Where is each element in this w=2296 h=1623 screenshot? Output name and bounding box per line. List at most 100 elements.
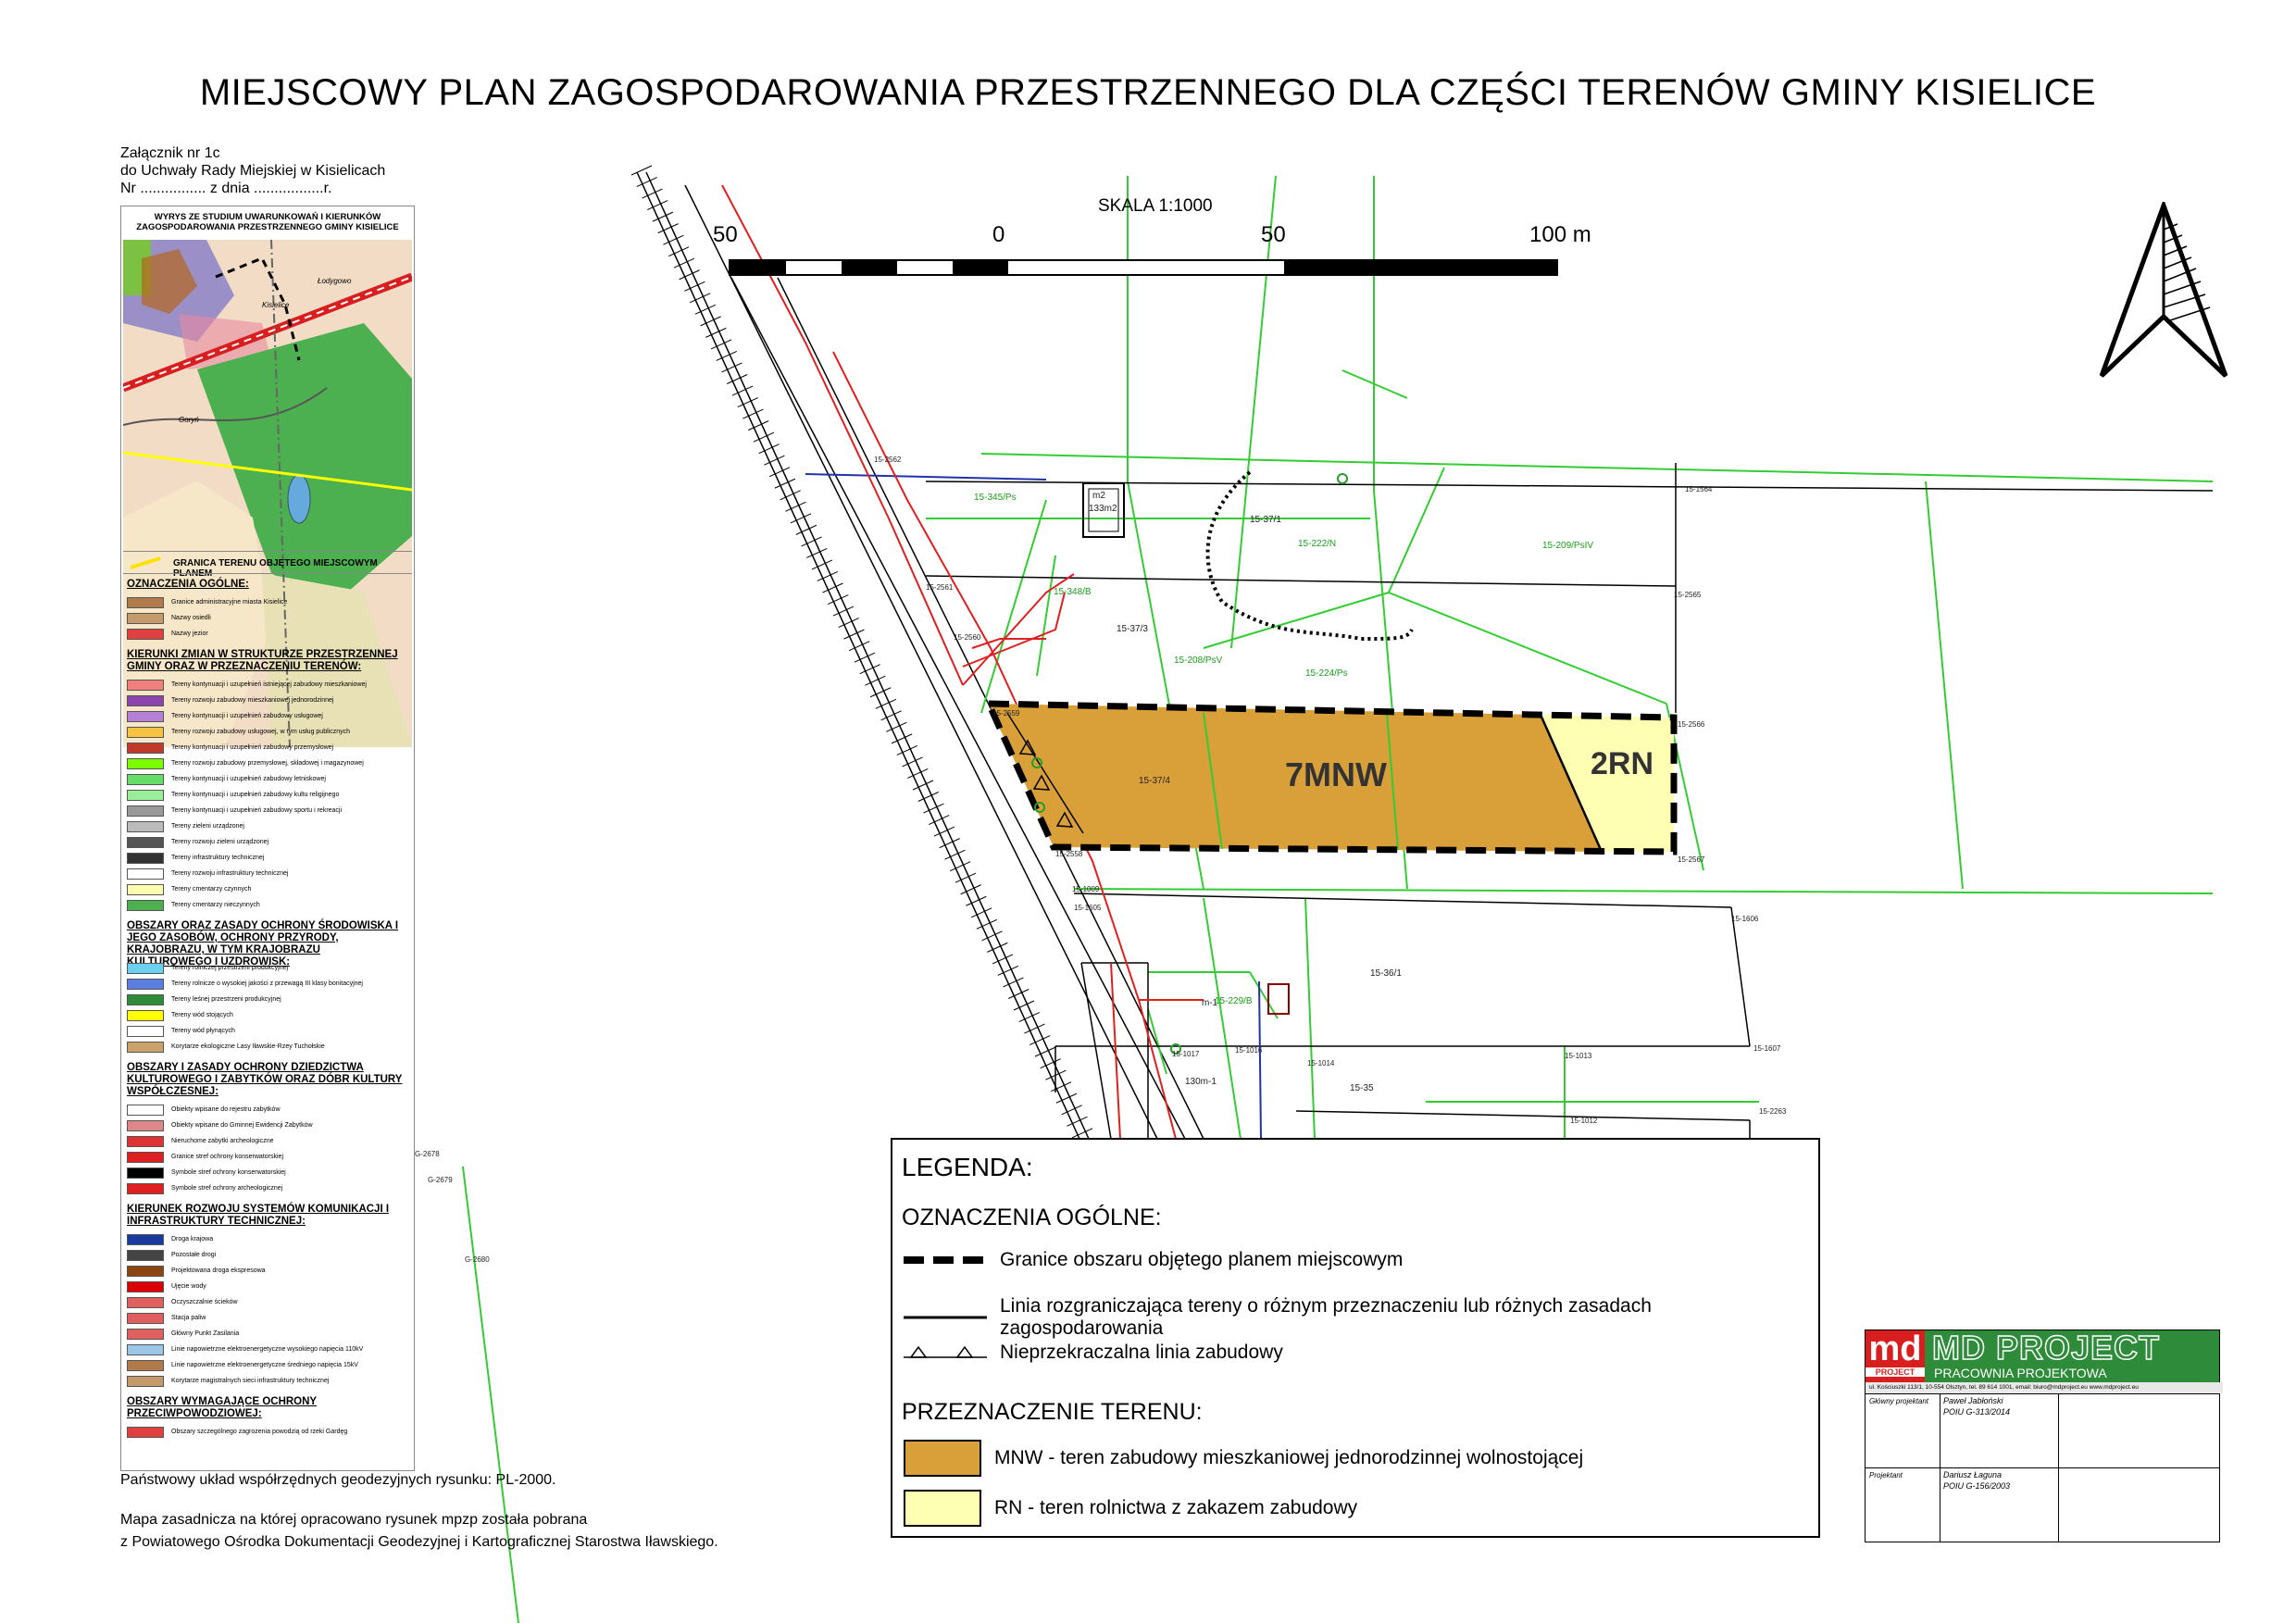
title-block: md PROJECT MD PROJECT PRACOWNIA PROJEKTO… — [1865, 1330, 2223, 1542]
legend-swatch — [127, 1250, 164, 1261]
study-legend-label: Tereny rozwoju zieleni urządzonej — [171, 839, 269, 845]
study-legend-label: Tereny rozwoju zabudowy mieszkaniowej je… — [171, 697, 334, 704]
role-label: Projektant — [1869, 1471, 1903, 1479]
study-legend-label: Tereny rolniczej przestrzeni produkcyjne… — [171, 965, 289, 971]
point-label: G-2679 — [428, 1176, 453, 1184]
legend-swatch — [127, 994, 164, 1005]
legend-box: LEGENDA: OZNACZENIA OGÓLNE: Granice obsz… — [891, 1138, 1820, 1538]
point-label: 15-2559 — [992, 709, 1020, 718]
study-legend-item: Droga krajowa — [127, 1233, 405, 1246]
legend-item-label: MNW - teren zabudowy mieszkaniowej jedno… — [994, 1447, 1584, 1468]
designer-license: POIU G-313/2014 — [1943, 1407, 2011, 1417]
zone-label-2rn: 2RN — [1591, 746, 1654, 781]
legend-swatch — [127, 597, 164, 608]
study-legend-item: Tereny kontynuacji i uzupełnień zabudowy… — [127, 805, 405, 818]
study-legend-item: Tereny cmentarzy nieczynnych — [127, 899, 405, 912]
legend-item-rn: RN - teren rolnictwa z zakazem zabudowy — [904, 1490, 1357, 1527]
legend-item-building-line: Nieprzekraczalna linia zabudowy — [904, 1342, 1283, 1364]
point-label: G-2678 — [415, 1150, 440, 1158]
land-class-label: 15-229/B — [1215, 996, 1253, 1006]
study-map-label: Łodygowo — [318, 277, 352, 285]
point-label: 15-2560 — [954, 633, 981, 642]
study-legend-label: Tereny kontynuacji i uzupełnień zabudowy… — [171, 792, 340, 798]
legend-swatch — [127, 868, 164, 880]
legend-swatch — [127, 613, 164, 624]
red-utility-lines — [721, 184, 1204, 1140]
mnw-swatch — [904, 1440, 981, 1477]
designer-info: Paweł Jabłoński POIU G-313/2014 — [1943, 1395, 2010, 1417]
study-legend-item: Projektowana droga ekspresowa — [127, 1265, 405, 1278]
study-legend-item: Linie napowietrzne elektroenergetyczne ś… — [127, 1359, 405, 1372]
legend-swatch — [127, 1376, 164, 1387]
study-legend-label: Tereny wód stojących — [171, 1012, 233, 1018]
scale-tick: 100 m — [1529, 222, 1591, 247]
legend-swatch — [127, 1313, 164, 1324]
parcel-label: 15-37/4 — [1139, 776, 1170, 786]
point-label: 15-2561 — [926, 583, 954, 592]
embankment — [1205, 470, 1414, 642]
logo-md: md — [1868, 1330, 1922, 1368]
study-legend-label: Tereny cmentarzy czynnych — [171, 886, 252, 893]
study-legend-label: Tereny rozwoju zabudowy usługowej, w tym… — [171, 729, 350, 735]
legend-swatch — [127, 1344, 164, 1355]
study-legend-item: Tereny rozwoju zieleni urządzonej — [127, 836, 405, 849]
logo-project: PROJECT — [1866, 1367, 1925, 1377]
legend-swatch — [127, 853, 164, 864]
study-legend-label: Oczyszczalnie ścieków — [171, 1299, 238, 1305]
legend-swatch — [127, 711, 164, 722]
legend-swatch — [127, 758, 164, 769]
study-excerpt-panel: WYRYS ZE STUDIUM UWARUNKOWAŃ I KIERUNKÓW… — [120, 206, 415, 1471]
study-map-label: Goryń — [179, 416, 199, 424]
scale-tick: 50 — [1261, 222, 1286, 247]
study-map-label: Kisielice — [262, 301, 290, 309]
study-legend-heading: OBSZARY WYMAGAJĄCE OCHRONY PRZECIWPOWODZ… — [127, 1396, 318, 1419]
legend-swatch — [127, 1360, 164, 1371]
rn-swatch — [904, 1490, 981, 1527]
study-legend-label: Obszary szczególnego zagrożenia powodzią… — [171, 1429, 348, 1435]
study-legend-label: Główny Punkt Zasilania — [171, 1330, 240, 1337]
scale-bar — [729, 259, 1558, 276]
legend-item-label: Nieprzekraczalna linia zabudowy — [1000, 1342, 1283, 1363]
study-legend-label: Granice stref ochrony konserwatorskiej — [171, 1154, 283, 1160]
study-legend-item: Tereny wód płynących — [127, 1025, 405, 1038]
parcel-label: 15-35 — [1350, 1083, 1374, 1093]
study-legend-item: Ujęcie wody — [127, 1280, 405, 1293]
legend-item-label: Granice obszaru objętego planem miejscow… — [1000, 1249, 1404, 1270]
legend-swatch — [127, 1281, 164, 1292]
point-label: 15-2263 — [1759, 1107, 1787, 1116]
study-legend-label: Tereny kontynuacji i uzupełnień zabudowy… — [171, 776, 326, 782]
legend-swatch — [127, 805, 164, 817]
study-legend-item: Linie napowietrzne elektroenergetyczne w… — [127, 1343, 405, 1356]
designer-license: POIU G-156/2003 — [1943, 1481, 2011, 1491]
study-legend-item: Oczyszczalnie ścieków — [127, 1296, 405, 1309]
railway-ties — [630, 165, 1093, 1139]
study-legend-item: Obiekty wpisane do rejestru zabytków — [127, 1104, 405, 1117]
study-legend-item: Nieruchome zabytki archeologiczne — [127, 1135, 405, 1148]
source-line: Mapa zasadnicza na której opracowano rys… — [120, 1512, 588, 1528]
legend-swatch — [127, 695, 164, 706]
land-class-label: 15-348/B — [1054, 587, 1092, 597]
legend-swatch — [127, 743, 164, 754]
divider — [123, 573, 412, 574]
study-legend-item: Tereny leśnej przestrzeni produkcyjnej — [127, 993, 405, 1006]
point-label: 15-1606 — [1731, 915, 1759, 923]
study-legend-item: Korytarze ekologiczne Lasy Iławskie-Rzey… — [127, 1041, 405, 1054]
study-legend-label: Tereny kontynuacji i uzupełnień zabudowy… — [171, 713, 323, 719]
parcel-label: 15-37/1 — [1250, 515, 1281, 525]
designer-info: Dariusz Łaguna POIU G-156/2003 — [1943, 1469, 2010, 1492]
parcel-label: 15-37/3 — [1117, 624, 1148, 634]
legend-swatch — [127, 1266, 164, 1277]
legend-title: LEGENDA: — [902, 1153, 1033, 1181]
company-address: ul. Kościuszki 113/1, 10-554 Olsztyn, te… — [1866, 1382, 2223, 1393]
building-line-icon — [904, 1345, 987, 1358]
study-legend-label: Projektowana droga ekspresowa — [171, 1267, 266, 1274]
blue-line — [1258, 980, 1262, 1140]
blue-line — [805, 473, 1047, 481]
study-legend-heading: KIERUNKI ZMIAN W STRUKTURZE PRZESTRZENNE… — [127, 649, 398, 672]
legend-swatch — [127, 1026, 164, 1037]
point-label: 15-1016 — [1235, 1046, 1263, 1055]
legend-swatch — [127, 1297, 164, 1308]
study-legend-item: Obszary szczególnego zagrożenia powodzią… — [127, 1426, 405, 1439]
study-legend-item: Tereny kontynuacji i uzupełnień zabudowy… — [127, 789, 405, 802]
study-legend-item: Symbole stref ochrony archeologicznej — [127, 1182, 405, 1195]
